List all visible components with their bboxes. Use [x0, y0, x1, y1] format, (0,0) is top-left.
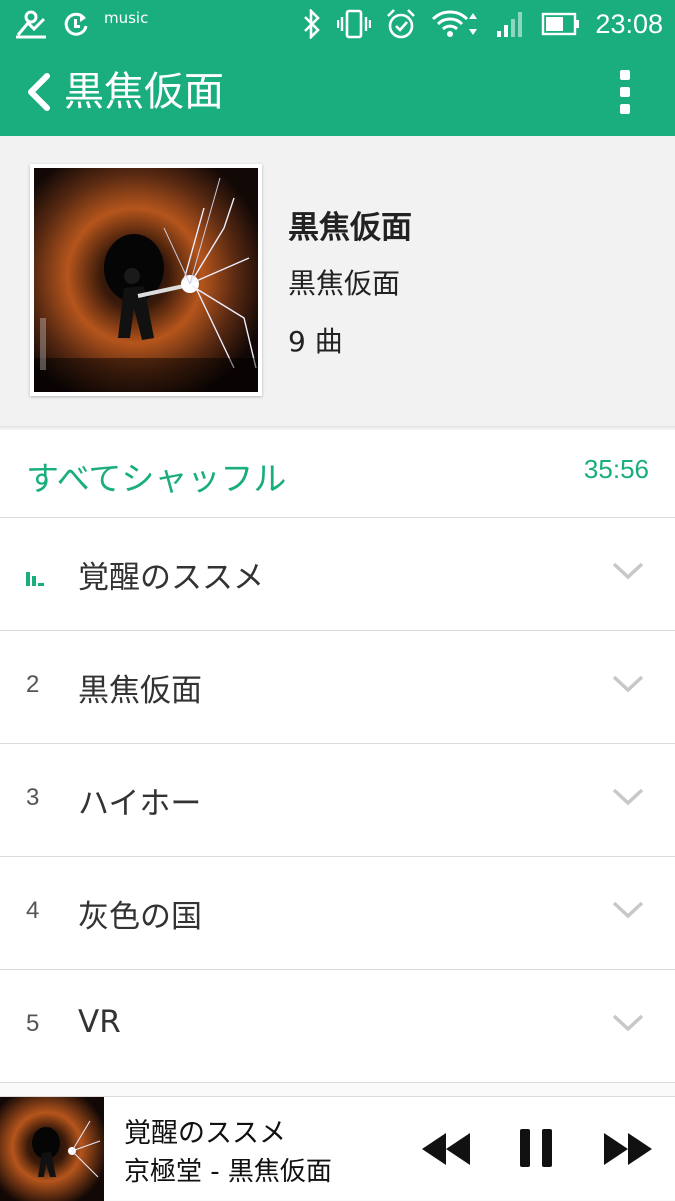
now-playing-equalizer-icon: [26, 572, 44, 586]
track-row[interactable]: 2 黒焦仮面: [0, 631, 675, 744]
track-row[interactable]: 3 ハイホー: [0, 744, 675, 857]
shuffle-all-button[interactable]: すべてシャッフル 35:56: [0, 430, 675, 518]
track-title: 灰色の国: [78, 899, 202, 935]
track-number: 2: [26, 671, 40, 698]
overflow-menu-icon: [620, 70, 630, 80]
bluetooth-icon: [301, 9, 323, 39]
app-bar: 黒焦仮面: [0, 48, 675, 136]
alarm-icon: [385, 8, 417, 40]
wifi-icon: [431, 9, 481, 39]
album-artist: 黒焦仮面: [288, 267, 401, 300]
album-header: 黒焦仮面 黒焦仮面 9 曲: [0, 136, 675, 426]
clock: 23:08: [595, 8, 663, 39]
app-notification-icon: [14, 9, 48, 39]
track-number: 4: [26, 897, 40, 924]
rewind-icon[interactable]: [420, 1127, 472, 1171]
track-row[interactable]: 4 灰色の国: [0, 857, 675, 970]
chevron-down-icon[interactable]: [611, 786, 645, 808]
track-row[interactable]: 5 VR: [0, 970, 675, 1083]
vibrate-icon: [337, 9, 372, 39]
overflow-menu-button[interactable]: [611, 70, 639, 114]
mini-player[interactable]: 覚醒のススメ 京極堂 - 黒焦仮面: [0, 1096, 675, 1201]
chevron-down-icon[interactable]: [611, 1012, 645, 1034]
track-title: VR: [78, 1004, 121, 1040]
shuffle-all-label: すべてシャッフル: [26, 459, 287, 498]
chevron-down-icon[interactable]: [611, 899, 645, 921]
now-playing-subtitle: 京極堂 - 黒焦仮面: [124, 1157, 332, 1187]
total-duration: 35:56: [583, 454, 649, 484]
status-left: music: [14, 6, 148, 42]
fast-forward-icon[interactable]: [602, 1127, 654, 1171]
album-cover: [30, 164, 262, 396]
track-count: 9 曲: [288, 325, 343, 358]
status-bar: music 23:08: [0, 0, 675, 48]
track-number: 3: [26, 784, 40, 811]
chevron-down-icon[interactable]: [611, 673, 645, 695]
signal-icon: [495, 9, 527, 39]
page-title: 黒焦仮面: [64, 69, 224, 115]
track-title: ハイホー: [78, 786, 202, 822]
album-title: 黒焦仮面: [288, 210, 412, 246]
track-title: 覚醒のススメ: [78, 560, 264, 596]
battery-icon: [541, 11, 581, 37]
track-title: 黒焦仮面: [78, 673, 202, 709]
pause-icon[interactable]: [514, 1125, 558, 1171]
status-right: 23:08: [301, 6, 663, 42]
sync-icon: [62, 10, 90, 38]
track-number: 5: [26, 1010, 40, 1037]
track-row[interactable]: 覚醒のススメ: [0, 518, 675, 631]
now-playing-title: 覚醒のススメ: [124, 1118, 286, 1149]
track-list: 覚醒のススメ 2 黒焦仮面 3 ハイホー 4 灰色の国 5 VR: [0, 518, 675, 1083]
back-arrow-icon: [28, 73, 50, 111]
amazon-music-label: music: [104, 9, 149, 27]
chevron-down-icon[interactable]: [611, 560, 645, 582]
back-button[interactable]: [18, 68, 58, 116]
mini-player-cover: [0, 1097, 104, 1201]
